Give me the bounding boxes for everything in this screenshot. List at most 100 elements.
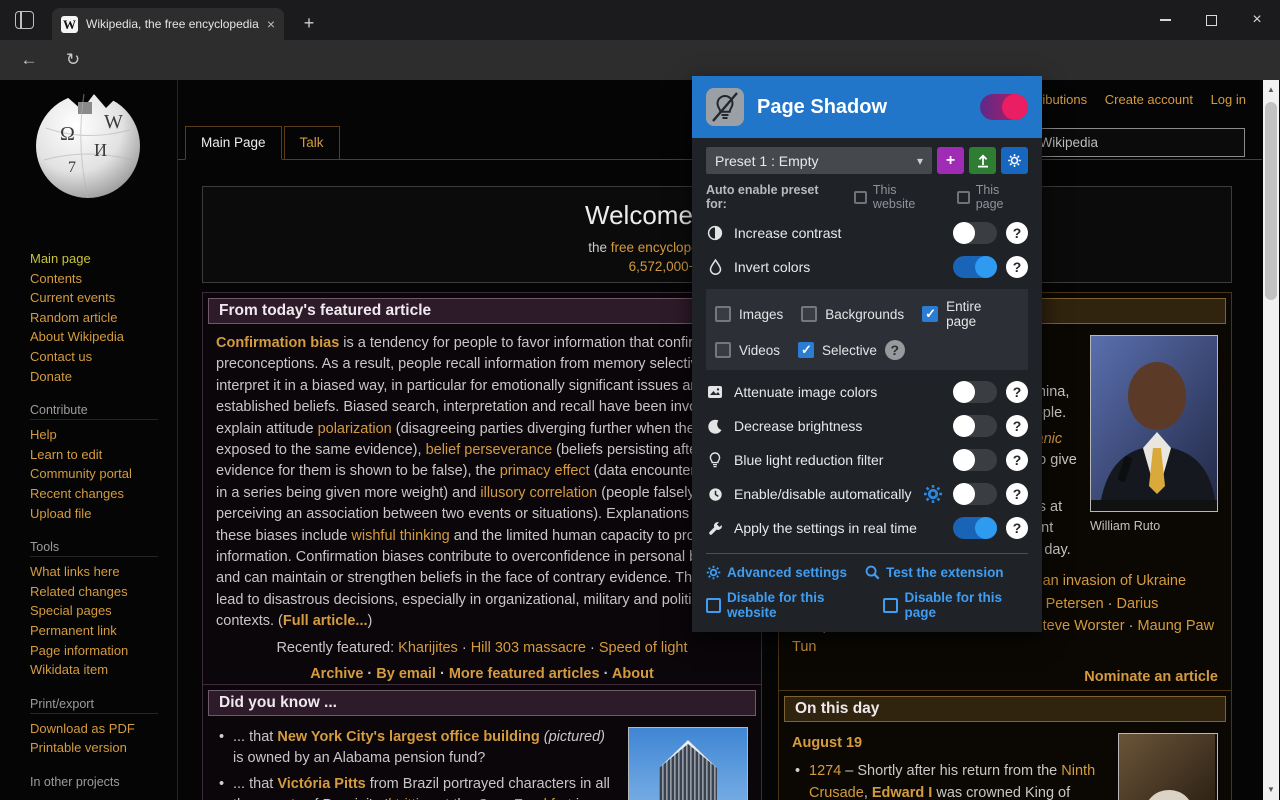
advanced-settings-link[interactable]: Advanced settings bbox=[706, 565, 847, 580]
inline-link[interactable]: Hill 303 massacre bbox=[471, 640, 586, 656]
sidebar-link-recent-changes[interactable]: Recent changes bbox=[30, 484, 177, 504]
invert-selective-checkbox[interactable] bbox=[798, 342, 815, 358]
help-icon[interactable]: ? bbox=[1006, 517, 1028, 539]
otd-heading: On this day bbox=[784, 696, 1226, 722]
disable-for-page-checkbox[interactable]: Disable for this page bbox=[883, 590, 1028, 620]
sidebar-link-what-links-here[interactable]: What links here bbox=[30, 562, 177, 582]
sidebar-link-learn-to-edit[interactable]: Learn to edit bbox=[30, 445, 177, 465]
inline-link[interactable]: belief perseverance bbox=[426, 442, 553, 458]
browser-window: W Wikipedia, the free encyclopedia × + ×… bbox=[0, 0, 1280, 800]
inline-link[interactable]: polarization bbox=[318, 421, 392, 437]
help-icon[interactable]: ? bbox=[1006, 381, 1028, 403]
inline-link[interactable]: wishful thinking bbox=[351, 528, 449, 544]
invert-images-checkbox[interactable] bbox=[715, 306, 731, 322]
browser-tab[interactable]: W Wikipedia, the free encyclopedia × bbox=[52, 8, 284, 40]
help-icon[interactable]: ? bbox=[1006, 222, 1028, 244]
enable-automatically-toggle[interactable] bbox=[953, 483, 997, 505]
invert-colors-toggle[interactable] bbox=[953, 256, 997, 278]
inline-text: · bbox=[599, 666, 612, 683]
refresh-button[interactable]: ↻ bbox=[60, 48, 86, 72]
invert-backgrounds-checkbox[interactable] bbox=[801, 306, 818, 322]
sidebar-link-related-changes[interactable]: Related changes bbox=[30, 582, 177, 602]
sidebar-link-wikidata-item[interactable]: Wikidata item bbox=[30, 660, 177, 680]
add-preset-button[interactable]: + bbox=[937, 147, 964, 174]
help-icon[interactable]: ? bbox=[1006, 256, 1028, 278]
sidebar-link-about-wikipedia[interactable]: About Wikipedia bbox=[30, 327, 177, 347]
sidebar-heading-contribute: Contribute bbox=[30, 403, 158, 421]
sidebar-link-random-article[interactable]: Random article bbox=[30, 308, 177, 328]
nominate-article-link[interactable]: Nominate an article bbox=[1084, 669, 1218, 685]
sidebar-link-download-as-pdf[interactable]: Download as PDF bbox=[30, 719, 177, 739]
wikipedia-globe-logo[interactable]: W Ω И 7 bbox=[32, 88, 144, 200]
tab-close-icon[interactable]: × bbox=[267, 17, 275, 31]
sidebar-link-upload-file[interactable]: Upload file bbox=[30, 504, 177, 524]
inline-link[interactable]: More featured articles bbox=[449, 666, 600, 682]
inline-link[interactable]: free bbox=[611, 240, 634, 255]
inline-link[interactable]: illusory correlation bbox=[480, 485, 597, 501]
inline-link[interactable]: Archive bbox=[310, 666, 363, 682]
tab-actions-icon[interactable] bbox=[15, 11, 34, 29]
inline-link[interactable]: primacy effect bbox=[500, 463, 590, 479]
close-button[interactable]: × bbox=[1234, 0, 1280, 40]
browser-toolbar: ← ↻ https://en.wikipedia.org/wiki/Main_P… bbox=[0, 40, 1280, 118]
create-account-link[interactable]: Create account bbox=[1105, 92, 1193, 107]
help-icon[interactable]: ? bbox=[884, 340, 905, 360]
inline-link[interactable]: Edward I bbox=[872, 785, 932, 800]
sidebar-link-donate[interactable]: Donate bbox=[30, 367, 177, 387]
scroll-up-icon[interactable]: ▲ bbox=[1263, 82, 1279, 98]
inline-link[interactable]: About bbox=[612, 666, 654, 682]
maximize-button[interactable] bbox=[1188, 0, 1234, 40]
load-preset-button[interactable] bbox=[969, 147, 996, 174]
attenuate-image-colors-toggle[interactable] bbox=[953, 381, 997, 403]
help-icon[interactable]: ? bbox=[1006, 415, 1028, 437]
sidebar-link-help[interactable]: Help bbox=[30, 425, 177, 445]
inline-link[interactable]: Victória Pitts bbox=[277, 776, 365, 792]
inline-link[interactable]: Speed of light bbox=[599, 640, 688, 656]
help-icon[interactable]: ? bbox=[1006, 449, 1028, 471]
tab-main-page[interactable]: Main Page bbox=[185, 126, 282, 160]
extension-master-toggle[interactable] bbox=[980, 94, 1028, 120]
decrease-brightness-toggle[interactable] bbox=[953, 415, 997, 437]
minimize-button[interactable] bbox=[1142, 0, 1188, 40]
inline-link[interactable]: By email bbox=[376, 666, 436, 682]
sidebar-link-page-information[interactable]: Page information bbox=[30, 641, 177, 661]
disable-for-website-checkbox[interactable]: Disable for this website bbox=[706, 590, 867, 620]
preset-settings-button[interactable] bbox=[1001, 147, 1028, 174]
sidebar-link-permanent-link[interactable]: Permanent link bbox=[30, 621, 177, 641]
invert-entire-page-checkbox[interactable] bbox=[922, 306, 939, 322]
new-tab-button[interactable]: + bbox=[296, 10, 322, 36]
inline-link[interactable]: New York City's largest office building bbox=[277, 729, 539, 745]
wrench-icon bbox=[706, 521, 724, 536]
tab-talk[interactable]: Talk bbox=[283, 126, 340, 159]
auto-enable-this-website-checkbox[interactable] bbox=[854, 190, 867, 204]
page-scrollbar[interactable]: ▲ ▼ bbox=[1263, 80, 1279, 800]
sidebar-link-community-portal[interactable]: Community portal bbox=[30, 464, 177, 484]
inline-link[interactable]: 1274 bbox=[809, 763, 841, 779]
help-icon[interactable]: ? bbox=[1006, 483, 1028, 505]
increase-contrast-toggle[interactable] bbox=[953, 222, 997, 244]
test-extension-link[interactable]: Test the extension bbox=[865, 565, 1004, 580]
inline-link[interactable]: 6,572,000+ bbox=[629, 259, 697, 274]
scroll-down-icon[interactable]: ▼ bbox=[1263, 782, 1279, 798]
blue-light-filter-toggle[interactable] bbox=[953, 449, 997, 471]
sidebar-link-contact-us[interactable]: Contact us bbox=[30, 347, 177, 367]
sidebar-link-special-pages[interactable]: Special pages bbox=[30, 601, 177, 621]
real-time-toggle[interactable] bbox=[953, 517, 997, 539]
sidebar-link-main-page[interactable]: Main page bbox=[30, 249, 177, 269]
auto-enable-settings-gear-icon[interactable] bbox=[923, 484, 943, 504]
sidebar-link-current-events[interactable]: Current events bbox=[30, 288, 177, 308]
inline-link[interactable]: Full article... bbox=[283, 613, 368, 629]
scrollbar-thumb[interactable] bbox=[1265, 102, 1277, 300]
log-in-link[interactable]: Log in bbox=[1211, 92, 1246, 107]
inline-link[interactable]: Confirmation bias bbox=[216, 335, 339, 351]
back-button[interactable]: ← bbox=[16, 48, 42, 72]
preset-select[interactable]: Preset 1 : Empty ▾ bbox=[706, 147, 932, 174]
inline-text: , bbox=[863, 784, 872, 800]
inline-link[interactable]: Steve Worster bbox=[1033, 618, 1125, 634]
sidebar-link-printable-version[interactable]: Printable version bbox=[30, 738, 177, 758]
sidebar-link-contents[interactable]: Contents bbox=[30, 269, 177, 289]
auto-enable-this-page-checkbox[interactable] bbox=[957, 190, 970, 204]
invert-videos-checkbox[interactable] bbox=[715, 342, 731, 358]
inline-link[interactable]: Kharijites bbox=[398, 640, 458, 656]
inline-text: is owned by an Alabama pension fund? bbox=[233, 750, 486, 767]
